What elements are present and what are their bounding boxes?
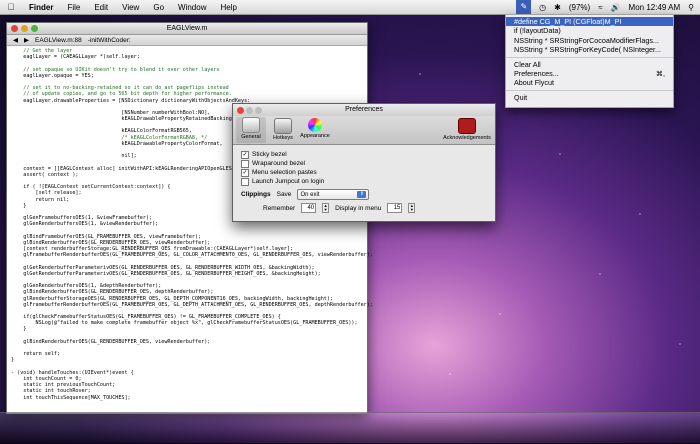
- menu-selection-pastes-checkbox[interactable]: ✓ Menu selection pastes: [241, 168, 487, 177]
- preferences-titlebar[interactable]: Preferences: [233, 104, 495, 116]
- menu-separator: [506, 89, 673, 91]
- remember-label: Remember: [263, 204, 296, 212]
- wraparound-bezel-checkbox[interactable]: Wraparound bezel: [241, 159, 487, 168]
- quit-menu-item[interactable]: Quit: [506, 93, 673, 102]
- editor-navbar: ◀ ▶ EAGLView.m:88 -initWithCoder:: [7, 35, 367, 46]
- preferences-menu-item[interactable]: Preferences... ⌘,: [506, 69, 673, 78]
- clipping-item[interactable]: NSString * SRStringForKeyCode( NSInteger…: [506, 45, 673, 54]
- volume-icon[interactable]: 🔊: [611, 3, 621, 12]
- clear-all-label: Clear All: [514, 59, 541, 69]
- menu-separator: [506, 56, 673, 58]
- checkbox-mark: ✓: [241, 168, 249, 177]
- code-line: glGetRenderbufferParameterivOES(GL_RENDE…: [11, 264, 315, 271]
- tab-appearance-label: Appearance: [300, 133, 330, 139]
- menu-file[interactable]: File: [60, 3, 87, 12]
- clippings-counts-row: Remember 40 ▲ ▼ Display in menu 15 ▲ ▼: [263, 203, 487, 213]
- method-popup[interactable]: -initWithCoder:: [88, 37, 131, 44]
- time-machine-icon[interactable]: ◷: [539, 3, 546, 12]
- flycut-dropdown-menu: #define CG_M_PI (CGFloat)M_PI if (!layou…: [505, 14, 674, 108]
- tab-acknowledgements[interactable]: Acknowledgements: [441, 118, 493, 141]
- menu-help[interactable]: Help: [213, 3, 243, 12]
- prefs-minimize-button[interactable]: [246, 107, 253, 114]
- apple-icon[interactable]: : [0, 2, 22, 12]
- switch-icon: [242, 117, 260, 133]
- menu-go[interactable]: Go: [146, 3, 171, 12]
- code-line: int touchThisSequence[MAX_TOUCHES];: [11, 394, 131, 401]
- display-in-menu-field[interactable]: 15: [387, 203, 403, 213]
- clipping-item[interactable]: NSString * SRStringForCocoaModifierFlags…: [506, 36, 673, 45]
- sticky-bezel-checkbox[interactable]: ✓ Sticky bezel: [241, 150, 487, 159]
- save-select-value: On exit: [300, 191, 320, 198]
- tab-hotkeys-label: Hotkeys: [273, 135, 293, 141]
- menu-clock[interactable]: Mon 12:49 AM: [629, 3, 681, 12]
- prefs-close-button[interactable]: [237, 107, 244, 114]
- tab-acknowledgements-label: Acknowledgements: [443, 135, 491, 141]
- prefs-zoom-button[interactable]: [255, 107, 262, 114]
- about-label: About Flycut: [514, 78, 554, 88]
- file-popup[interactable]: EAGLView.m:88: [35, 37, 82, 44]
- checkbox-label: Wraparound bezel: [252, 160, 305, 167]
- save-label: Save: [276, 191, 292, 198]
- checkbox-label: Sticky bezel: [252, 151, 287, 158]
- save-select[interactable]: On exit ⇕: [297, 189, 370, 200]
- close-button[interactable]: [11, 25, 18, 32]
- tab-appearance[interactable]: Appearance: [300, 118, 330, 139]
- remember-stepper[interactable]: ▲ ▼: [322, 203, 330, 213]
- code-line: glGetRenderbufferParameterivOES(GL_RENDE…: [11, 270, 321, 277]
- checkbox-mark: ✓: [241, 150, 249, 159]
- code-line: glRenderbufferStorageOES(GL_RENDERBUFFER…: [11, 295, 334, 302]
- minimize-button[interactable]: [21, 25, 28, 32]
- dock: [0, 412, 700, 444]
- code-text-area[interactable]: // Get the layer eaglLayer = (CAEAGLLaye…: [7, 46, 373, 401]
- editor-title: EAGLView.m: [166, 25, 208, 32]
- clear-all-menu-item[interactable]: Clear All: [506, 60, 673, 69]
- display-in-menu-label: Display in menu: [335, 204, 382, 212]
- clippings-row: Clippings Save On exit ⇕: [241, 189, 487, 200]
- display-in-menu-stepper[interactable]: ▲ ▼: [408, 203, 416, 213]
- wifi-icon[interactable]: ≈: [598, 3, 602, 12]
- keyboard-icon: [274, 118, 292, 134]
- bluetooth-icon[interactable]: ✱: [554, 3, 561, 12]
- menu-window[interactable]: Window: [171, 3, 213, 12]
- remember-field[interactable]: 40: [301, 203, 317, 213]
- preferences-window: Preferences General Hotkeys Appearance A…: [232, 103, 496, 222]
- clipping-item[interactable]: if (!layoutData): [506, 26, 673, 35]
- preferences-toolbar: General Hotkeys Appearance Acknowledgeme…: [233, 116, 495, 145]
- menu-finder[interactable]: Finder: [22, 3, 60, 12]
- zoom-button[interactable]: [31, 25, 38, 32]
- forward-icon[interactable]: ▶: [24, 36, 29, 44]
- menu-view[interactable]: View: [115, 3, 146, 12]
- tab-general-label: General: [241, 134, 261, 140]
- spotlight-icon[interactable]: ⚲: [688, 3, 694, 12]
- back-icon[interactable]: ◀: [13, 36, 18, 44]
- chevron-updown-icon: ⇕: [357, 191, 367, 198]
- clipping-item[interactable]: #define CG_M_PI (CGFloat)M_PI: [506, 17, 673, 27]
- tab-hotkeys[interactable]: Hotkeys: [268, 118, 298, 141]
- preferences-label: Preferences...: [514, 68, 559, 78]
- code-line: glFramebufferRenderbufferOES(GL_FRAMEBUF…: [11, 252, 373, 259]
- menu-bar:  Finder File Edit View Go Window Help ✎…: [0, 0, 700, 15]
- code-line: NSLog(@"failed to make complete framebuf…: [11, 320, 358, 327]
- about-menu-item[interactable]: About Flycut: [506, 78, 673, 87]
- menu-edit[interactable]: Edit: [87, 3, 115, 12]
- preferences-title: Preferences: [345, 106, 383, 113]
- flycut-menu-icon[interactable]: ✎: [516, 0, 532, 14]
- checkbox-label: Menu selection pastes: [252, 169, 317, 176]
- editor-titlebar[interactable]: EAGLView.m: [7, 23, 367, 35]
- preferences-general-pane: ✓ Sticky bezel Wraparound bezel ✓ Menu s…: [233, 145, 495, 218]
- code-line: glFramebufferRenderbufferOES(GL_FRAMEBUF…: [11, 301, 373, 308]
- battery-status[interactable]: (97%): [569, 3, 590, 12]
- launch-on-login-checkbox[interactable]: Launch Jumpcut on login: [241, 177, 487, 186]
- color-wheel-icon: [308, 118, 322, 132]
- clippings-label: Clippings: [241, 191, 271, 198]
- checkbox-label: Launch Jumpcut on login: [252, 178, 325, 185]
- status-area: ✎ ◷ ✱ (97%) ≈ 🔊 Mon 12:49 AM ⚲: [516, 0, 694, 14]
- tab-general[interactable]: General: [236, 117, 266, 143]
- checkbox-mark: [241, 159, 249, 168]
- checkbox-mark: [241, 177, 249, 186]
- acknowledgements-icon: [458, 118, 476, 134]
- preferences-shortcut: ⌘,: [655, 68, 665, 78]
